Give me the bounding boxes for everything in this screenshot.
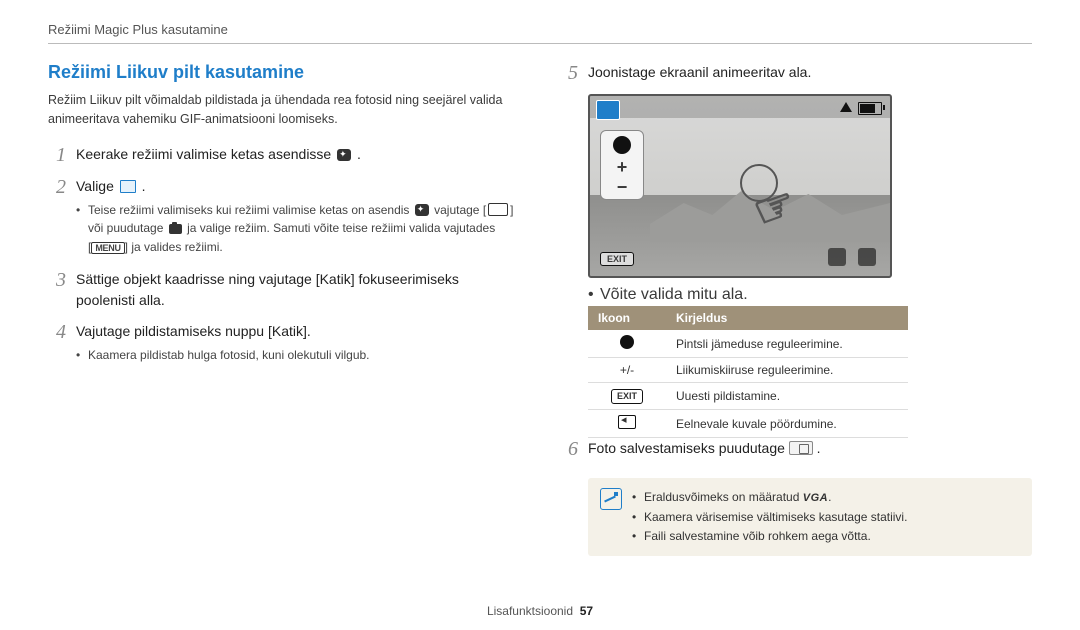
camera-mode-icon [169,224,182,234]
mode-dial-star-icon [415,204,429,216]
step-2: Valige . Teise režiimi valimiseks kui re… [76,176,520,259]
note-item: Kaamera värisemise vältimiseks kasutage … [632,508,907,527]
step-5: Joonistage ekraanil animeeritav ala. [588,62,1032,84]
substep-text: ja valides režiimi. [131,240,222,254]
mode-dial-star-icon [337,149,351,161]
substep-text: Kaamera pildistab hulga fotosid, kuni ol… [76,346,520,365]
step-number: 5 [560,62,578,84]
step-number: 4 [48,321,66,367]
substep-text: Teise režiimi valimiseks kui režiimi val… [88,203,413,217]
right-column: 5 Joonistage ekraanil animeeritav ala. +… [560,62,1032,556]
step-text: Valige [76,178,118,194]
section-title: Režiimi Liikuv pilt kasutamine [48,62,520,83]
step-6: Foto salvestamiseks puudutage . [588,438,1032,460]
step-1: Keerake režiimi valimise ketas asendisse… [76,144,520,166]
substep-text: vajutage [434,203,483,217]
note-item: Eraldusvõimeks on määratud VGA. [632,488,907,508]
page-footer: Lisafunktsioonid 57 [0,604,1080,618]
brush-size-icon [620,335,634,349]
step-3: Sättige objekt kaadrisse ning vajutage [… [76,269,520,311]
substep-text: ja valige režiim. Samuti võite teise rež… [187,221,495,235]
note-icon [600,488,622,510]
table-header: Ikoon [588,306,666,330]
table-row: Pintsli jämeduse reguleerimine. [588,330,908,358]
step-text: . [142,178,146,194]
step-number: 3 [48,269,66,311]
step-4: Vajutage pildistamiseks nuppu [Katik]. K… [76,321,520,367]
mode-indicator-icon [596,100,620,120]
menu-button-icon: MENU [91,242,124,254]
save-button [858,248,876,266]
touch-gesture-icon: ☞ [740,164,820,244]
substep-text: või puudutage [88,221,167,235]
back-button-icon [488,203,508,216]
caption: Võite valida mitu ala. [588,286,1032,304]
step-number: 6 [560,438,578,460]
plus-icon: + [617,160,628,174]
warning-icon [840,102,852,112]
header-rule [48,43,1032,44]
step-text: Keerake režiimi valimise ketas asendisse [76,146,335,162]
moving-photo-icon [120,180,136,193]
toolbar-button [828,248,846,266]
step-text: . [357,146,361,162]
vga-badge: VGA [803,490,828,508]
battery-icon [858,102,882,115]
plus-minus-icon: +/- [588,358,666,383]
exit-button: EXIT [600,252,634,266]
breadcrumb: Režiimi Magic Plus kasutamine [48,22,1032,37]
brush-panel: + − [600,130,644,200]
step-number: 2 [48,176,66,259]
step-number: 1 [48,144,66,166]
table-header: Kirjeldus [666,306,908,330]
exit-icon: EXIT [611,389,643,404]
note-item: Faili salvestamine võib rohkem aega võtt… [632,527,907,546]
note-box: Eraldusvõimeks on määratud VGA. Kaamera … [588,478,1032,556]
brush-size-icon [613,136,631,154]
table-row: EXIT Uuesti pildistamine. [588,383,908,410]
left-column: Režiimi Liikuv pilt kasutamine Režiim Li… [48,62,520,556]
camera-screenshot: + − EXIT ☞ [588,94,892,278]
return-icon [618,415,636,429]
save-icon [789,441,813,455]
minus-icon: − [617,180,628,194]
icon-table: IkoonKirjeldus Pintsli jämeduse reguleer… [588,306,908,438]
table-row: +/- Liikumiskiiruse reguleerimine. [588,358,908,383]
intro-paragraph: Režiim Liikuv pilt võimaldab pildistada … [48,91,520,130]
table-row: Eelnevale kuvale pöördumine. [588,410,908,438]
